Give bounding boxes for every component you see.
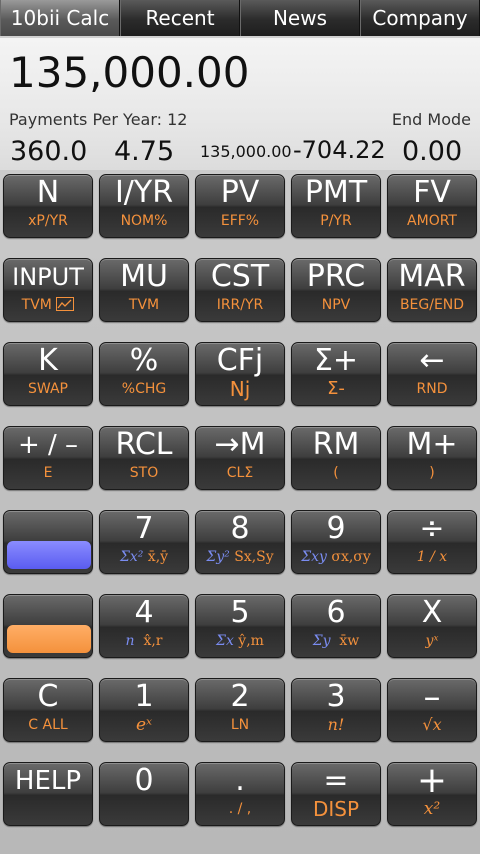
keypad: N xP/YR I/YR NOM% PV EFF% PMT P/YR FV AM… <box>0 170 480 854</box>
key-fv[interactable]: FV AMORT <box>387 174 477 238</box>
key-2[interactable]: 2 LN <box>195 678 285 742</box>
key-prc[interactable]: PRC NPV <box>291 258 381 322</box>
key-m-plus[interactable]: M+ ) <box>387 426 477 490</box>
key-to-memory[interactable]: →M CLΣ <box>195 426 285 490</box>
key-mu[interactable]: MU TVM <box>99 258 189 322</box>
main-value: 135,000.00 <box>9 48 250 97</box>
key-backspace[interactable]: ← RND <box>387 342 477 406</box>
key-k[interactable]: K SWAP <box>3 342 93 406</box>
blue-shift-indicator <box>7 541 91 569</box>
key-input[interactable]: INPUT TVM <box>3 258 93 322</box>
key-6[interactable]: 6 Σy x̄w <box>291 594 381 658</box>
key-iyr[interactable]: I/YR NOM% <box>99 174 189 238</box>
tab-recent[interactable]: Recent <box>120 0 240 36</box>
key-3[interactable]: 3 n! <box>291 678 381 742</box>
key-plus-minus[interactable]: + / – E <box>3 426 93 490</box>
tab-company[interactable]: Company <box>360 0 480 36</box>
top-tab-bar: 10bii Calc Recent News Company <box>0 0 480 36</box>
key-cst[interactable]: CST IRR/YR <box>195 258 285 322</box>
backspace-arrow-icon: ← <box>419 343 445 378</box>
tab-news[interactable]: News <box>240 0 360 36</box>
key-8[interactable]: 8 Σy² Sx,Sy <box>195 510 285 574</box>
key-minus[interactable]: – √x <box>387 678 477 742</box>
register-pmt: -704.22 <box>293 136 386 164</box>
key-n[interactable]: N xP/YR <box>3 174 93 238</box>
key-percent[interactable]: % %CHG <box>99 342 189 406</box>
key-5[interactable]: 5 Σx ŷ,m <box>195 594 285 658</box>
register-pv: 135,000.00 <box>200 142 292 161</box>
key-pmt[interactable]: PMT P/YR <box>291 174 381 238</box>
key-sigma-plus[interactable]: Σ+ Σ- <box>291 342 381 406</box>
key-4[interactable]: 4 n x̂,r <box>99 594 189 658</box>
key-1[interactable]: 1 eˣ <box>99 678 189 742</box>
register-fv: 0.00 <box>402 136 463 167</box>
orange-shift-indicator <box>7 625 91 653</box>
key-rcl[interactable]: RCL STO <box>99 426 189 490</box>
key-multiply[interactable]: X yˣ <box>387 594 477 658</box>
key-pv[interactable]: PV EFF% <box>195 174 285 238</box>
key-plus[interactable]: + x² <box>387 762 477 826</box>
register-iyr: 4.75 <box>114 136 175 167</box>
payments-per-year: Payments Per Year: 12 <box>9 110 188 129</box>
mode-indicator: End Mode <box>391 110 471 129</box>
key-orange-shift[interactable] <box>3 594 93 658</box>
tab-calc[interactable]: 10bii Calc <box>0 0 120 36</box>
key-mar[interactable]: MAR BEG/END <box>387 258 477 322</box>
register-n: 360.0 <box>10 136 88 167</box>
key-9[interactable]: 9 Σxy σx,σy <box>291 510 381 574</box>
key-blue-shift[interactable] <box>3 510 93 574</box>
key-c[interactable]: C C ALL <box>3 678 93 742</box>
chart-icon <box>56 297 75 316</box>
key-help[interactable]: HELP <box>3 762 93 826</box>
key-divide[interactable]: ÷ 1 / x <box>387 510 477 574</box>
key-cfj[interactable]: CFj Nj <box>195 342 285 406</box>
key-decimal[interactable]: . . / , <box>195 762 285 826</box>
key-equals[interactable]: = DISP <box>291 762 381 826</box>
key-7[interactable]: 7 Σx² x̄,ȳ <box>99 510 189 574</box>
key-0[interactable]: 0 <box>99 762 189 826</box>
calculator-display: 135,000.00 Payments Per Year: 12 End Mod… <box>0 38 480 170</box>
key-rm[interactable]: RM ( <box>291 426 381 490</box>
